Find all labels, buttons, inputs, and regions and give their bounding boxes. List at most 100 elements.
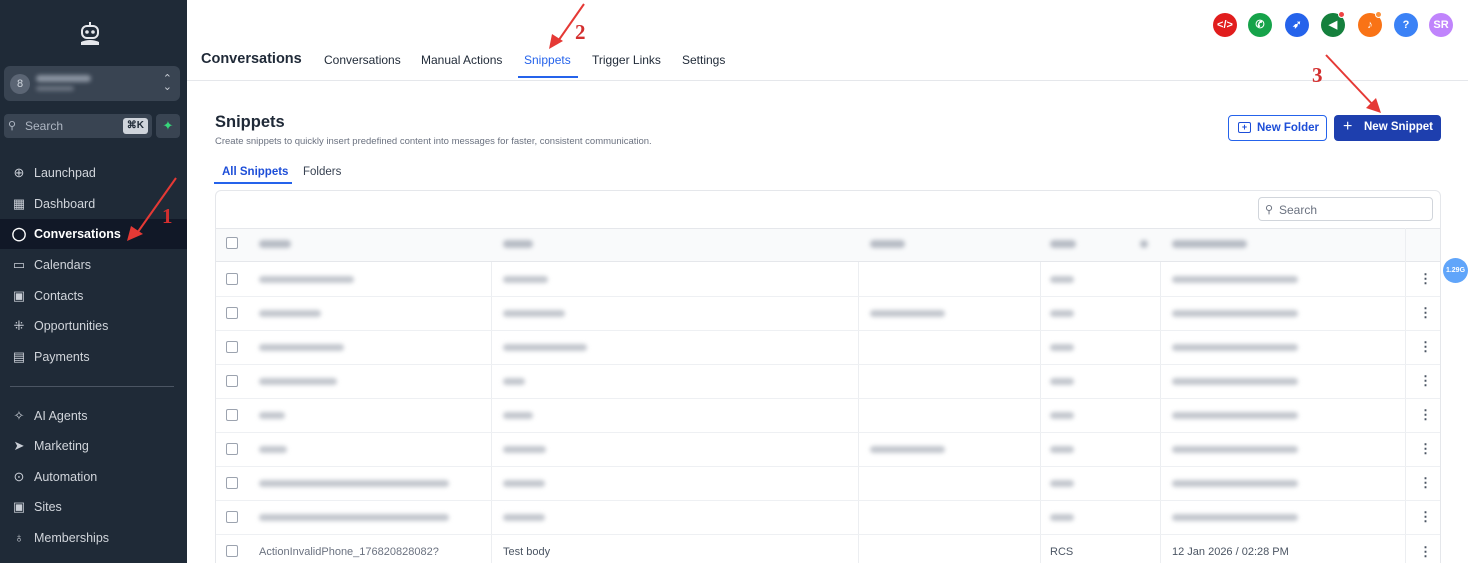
snippet-name-redacted[interactable] bbox=[259, 378, 337, 385]
phone-icon[interactable]: ✆ bbox=[1248, 13, 1272, 37]
more-options-icon[interactable]: ⋮ bbox=[1419, 509, 1432, 525]
automation-icon: ⊙ bbox=[13, 469, 25, 484]
snippet-body-redacted bbox=[503, 344, 587, 351]
sidebar-item-marketing[interactable]: ➤ Marketing bbox=[0, 431, 187, 461]
tab-trigger-links[interactable]: Trigger Links bbox=[592, 53, 661, 67]
row-checkbox[interactable] bbox=[226, 477, 238, 489]
quick-action-button[interactable]: ✦ bbox=[156, 114, 180, 138]
table-search-placeholder: Search bbox=[1279, 203, 1318, 217]
new-folder-button[interactable]: + New Folder bbox=[1228, 115, 1327, 141]
sidebar-item-opportunities[interactable]: ⁜ Opportunities bbox=[0, 311, 187, 341]
row-checkbox[interactable] bbox=[226, 443, 238, 455]
snippet-name-redacted[interactable] bbox=[259, 514, 449, 521]
row-divider bbox=[216, 296, 1440, 297]
robot-logo-icon[interactable] bbox=[78, 20, 102, 46]
column-header-date-redacted[interactable] bbox=[1172, 240, 1247, 248]
more-options-icon[interactable]: ⋮ bbox=[1419, 305, 1432, 321]
payments-icon: ▤ bbox=[12, 349, 26, 364]
more-options-icon[interactable]: ⋮ bbox=[1419, 407, 1432, 423]
snippet-name[interactable]: ActionInvalidPhone_176820828082? bbox=[259, 546, 439, 558]
code-icon[interactable]: </> bbox=[1213, 13, 1237, 37]
table-header bbox=[216, 228, 1440, 262]
arrow-head bbox=[1366, 98, 1381, 113]
sidebar-item-memberships[interactable]: ♁ Memberships bbox=[0, 523, 187, 553]
tab-settings[interactable]: Settings bbox=[682, 53, 725, 67]
sidebar-search[interactable]: ⚲ Search ⌘K bbox=[4, 114, 152, 138]
snippet-name-redacted[interactable] bbox=[259, 480, 449, 487]
plus-icon: + bbox=[1343, 118, 1353, 135]
rocket-icon[interactable]: ➶ bbox=[1285, 13, 1309, 37]
row-checkbox[interactable] bbox=[226, 341, 238, 353]
snippet-date-redacted bbox=[1172, 344, 1298, 351]
snippets-subtitle: Create snippets to quickly insert predef… bbox=[215, 136, 652, 147]
tab-conversations[interactable]: Conversations bbox=[324, 53, 401, 67]
column-header-type-redacted[interactable] bbox=[1050, 240, 1076, 248]
row-checkbox[interactable] bbox=[226, 307, 238, 319]
snippet-name-redacted[interactable] bbox=[259, 344, 344, 351]
snippet-body-redacted bbox=[503, 310, 565, 317]
column-header-folder-redacted[interactable] bbox=[870, 240, 905, 248]
folder-plus-icon: + bbox=[1238, 122, 1251, 133]
sidebar-item-ai-agents[interactable]: ✧ AI Agents bbox=[0, 401, 187, 431]
snippet-body-redacted bbox=[503, 514, 545, 521]
subtab-folders[interactable]: Folders bbox=[303, 166, 341, 178]
more-options-icon[interactable]: ⋮ bbox=[1419, 441, 1432, 457]
snippet-type-redacted bbox=[1050, 446, 1074, 453]
snippet-name-redacted[interactable] bbox=[259, 310, 321, 317]
column-header-body-redacted[interactable] bbox=[503, 240, 533, 248]
sidebar-item-dashboard[interactable]: ▦ Dashboard bbox=[0, 189, 187, 219]
table-search-input[interactable]: ⚲ Search bbox=[1258, 197, 1433, 221]
snippet-name-redacted[interactable] bbox=[259, 446, 287, 453]
account-switcher[interactable]: 8 ⌃ ⌄ bbox=[4, 66, 180, 101]
launchpad-icon: ⊕ bbox=[13, 165, 25, 180]
more-options-icon[interactable]: ⋮ bbox=[1419, 475, 1432, 491]
filter-icon[interactable] bbox=[1140, 240, 1148, 248]
sidebar-item-calendars[interactable]: ▭ Calendars bbox=[0, 250, 187, 280]
snippet-type: RCS bbox=[1050, 546, 1074, 558]
user-avatar[interactable]: SR bbox=[1429, 13, 1453, 37]
snippet-name-redacted[interactable] bbox=[259, 276, 354, 283]
row-checkbox[interactable] bbox=[226, 545, 238, 557]
tab-manual-actions[interactable]: Manual Actions bbox=[421, 53, 502, 67]
chat-bubble-icon: ◯ bbox=[11, 226, 27, 241]
floating-badge[interactable]: 1.29G bbox=[1443, 258, 1468, 283]
subtab-all-snippets[interactable]: All Snippets bbox=[222, 166, 288, 178]
snippet-type-redacted bbox=[1050, 480, 1074, 487]
sidebar-item-payments[interactable]: ▤ Payments bbox=[0, 342, 187, 372]
more-options-icon[interactable]: ⋮ bbox=[1419, 544, 1432, 560]
sidebar-item-label: Opportunities bbox=[34, 319, 109, 333]
row-checkbox[interactable] bbox=[226, 409, 238, 421]
notification-dot bbox=[1338, 11, 1345, 18]
sidebar-item-label: Automation bbox=[34, 470, 98, 484]
row-checkbox[interactable] bbox=[226, 375, 238, 387]
active-tab-underline bbox=[518, 76, 578, 78]
sidebar-item-label: Sites bbox=[34, 500, 62, 514]
more-options-icon[interactable]: ⋮ bbox=[1419, 373, 1432, 389]
help-icon[interactable]: ? bbox=[1394, 13, 1418, 37]
snippet-date-redacted bbox=[1172, 446, 1298, 453]
snippet-name-redacted[interactable] bbox=[259, 412, 285, 419]
row-divider bbox=[216, 398, 1440, 399]
row-checkbox[interactable] bbox=[226, 511, 238, 523]
memberships-icon: ♁ bbox=[14, 530, 24, 545]
sidebar-item-sites[interactable]: ▣ Sites bbox=[0, 492, 187, 522]
select-all-checkbox[interactable] bbox=[226, 237, 238, 249]
top-bar: Conversations Conversations Manual Actio… bbox=[187, 0, 1468, 81]
notification-dot bbox=[1375, 11, 1382, 18]
sidebar-item-launchpad[interactable]: ⊕ Launchpad bbox=[0, 158, 187, 188]
annotation-1: 1 bbox=[162, 204, 173, 228]
new-folder-label: New Folder bbox=[1257, 122, 1319, 134]
more-options-icon[interactable]: ⋮ bbox=[1419, 271, 1432, 287]
new-snippet-button[interactable]: + New Snippet bbox=[1334, 115, 1441, 141]
row-checkbox[interactable] bbox=[226, 273, 238, 285]
snippet-date-redacted bbox=[1172, 378, 1298, 385]
row-divider bbox=[216, 364, 1440, 365]
snippets-title: Snippets bbox=[215, 113, 285, 131]
more-options-icon[interactable]: ⋮ bbox=[1419, 339, 1432, 355]
sidebar-item-conversations[interactable]: ◯ Conversations bbox=[0, 219, 187, 249]
sidebar-item-contacts[interactable]: ▣ Contacts bbox=[0, 281, 187, 311]
snippet-type-redacted bbox=[1050, 412, 1074, 419]
column-header-name-redacted[interactable] bbox=[259, 240, 291, 248]
sidebar-item-automation[interactable]: ⊙ Automation bbox=[0, 462, 187, 492]
tab-snippets[interactable]: Snippets bbox=[524, 53, 571, 67]
